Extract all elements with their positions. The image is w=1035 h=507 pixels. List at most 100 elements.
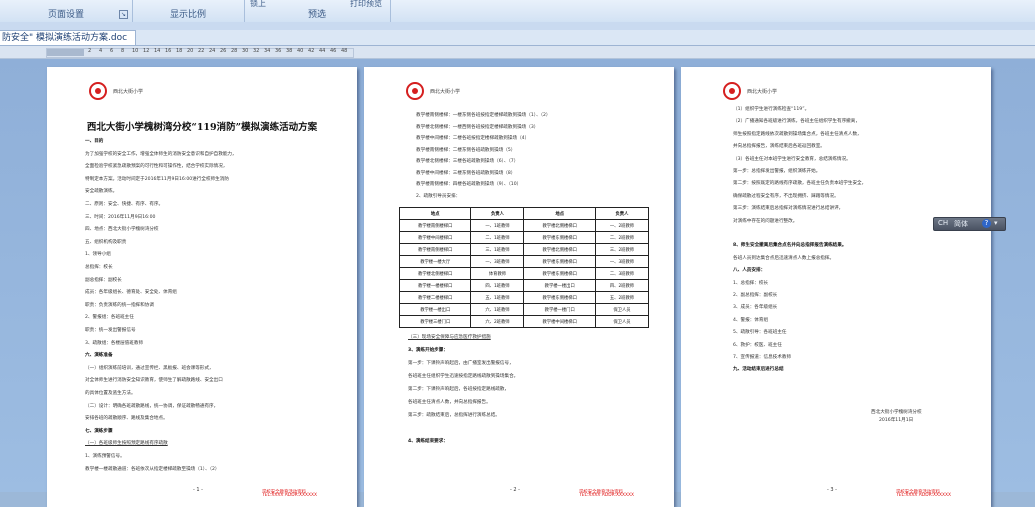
text-line: 三、时间：2016年11月9日16:00 [85,214,156,220]
table-cell: 二、1班教师 [470,231,525,244]
text-line: 第二步：下课铃声响起后，各班按指定路线疏散， [408,387,510,392]
ruler-tick-label: 28 [231,48,238,54]
table-row: 教学楼一楼大厅 一、3班教师 教学楼东侧楼梯口 一、3班教师 [398,255,650,268]
ruler-tick-label: 12 [143,48,150,54]
table-cell: 教学楼东侧楼梯口 [523,255,596,268]
text-line: 3、演练开始步骤： [408,348,448,353]
document-tab-bar: 防安全" 模拟演练活动方案.doc [0,30,1035,46]
table-row: 教学楼一楼楼梯口 四、1班教师 教学楼一楼出口 四、2班教师 [398,279,650,292]
table-cell: 六、1班教师 [470,303,525,316]
text-line: 特制定本方案。活动时间定于2016年11月9日16:00进行全校师生消防 [85,176,229,182]
language-label[interactable]: CH [938,219,948,227]
ribbon-group-zoom: 显示比例 [132,0,245,22]
horizontal-ruler[interactable]: 2 4 6 8 10 12 14 16 18 20 22 24 26 28 30 32 34 36 38 40 42 44… [0,46,1035,59]
text-line: （二）设计：明确各班疏散路线，统一协调，保证疏散畅通有序， [85,403,219,409]
text-line: 教学楼南侧楼梯：四楼各班疏散到操场（9）、（10） [416,182,522,187]
text-line: 成员：各年级组长、德育处、安全处、体育组 [85,290,177,296]
text-line: 职责：负责演练的统一指挥和协调 [85,302,154,308]
table-cell: 三、2班教师 [594,243,650,256]
text-line: 各班班主任组织学生迅速按指定路线疏散到操场集合。 [408,374,519,379]
text-line: 1、总指挥：校长 [733,280,769,286]
ruler-tick-label: 4 [99,48,103,54]
text-line: 1、领导小组 [85,252,111,258]
text-line: 总指挥：校长 [85,265,113,270]
table-row: 教学楼三楼门口 六、2班教师 教学楼中间楼梯口 保卫人员 [398,315,650,328]
table-cell: 保卫人员 [594,315,650,328]
table-row: 教学楼中间楼梯口 二、1班教师 教学楼东侧楼梯口 二、2班教师 [398,231,650,244]
ruler-tick-label: 10 [132,48,139,54]
ruler-tick-label: 36 [275,48,282,54]
text-line: 并向总指挥报告，演练结束后各班返回教室。 [733,144,825,150]
table-cell: 教学楼一楼出口 [523,279,596,292]
text-line: 5、疏散引导：各班班主任 [733,330,787,336]
table-cell: 教学楼南侧楼梯口 [398,243,472,256]
print-preview-workspace[interactable]: 西北大街小学 西北大街小学槐树湾分校“119消防”模拟演练活动方案 一、目的 为了… [0,59,1035,507]
table-cell: 一、2班教师 [594,219,650,232]
text-line: 3、疏散组：各楼层值班教师 [85,340,144,346]
signature: 西北大街小学槐树湾分校 [871,410,922,415]
text-line: 二、原则：安全、快捷、有序、有序。 [85,202,164,207]
document-tab[interactable]: 防安全" 模拟演练活动方案.doc [0,30,137,45]
chevron-down-icon[interactable]: ▾ [994,219,998,227]
ribbon-group-label: 页面设置 [47,10,84,20]
text-line: （3）各班主任对本班学生进行安全教育，总结演练情况。 [733,156,851,162]
text-line: 8、师生安全撤离后集合点名并向总指挥报告演练结果。 [733,243,847,249]
text-line: （1）组织学生进行演练检查“119”。 [733,107,810,112]
table-cell: 教学楼北侧楼梯口 [398,267,472,280]
language-bar[interactable]: CH 简体 ? ▾ [933,217,1006,231]
table-cell: 教学楼中间楼梯口 [398,231,472,244]
table-cell: 六、2班教师 [470,315,525,328]
header-text: 西北大街小学 [747,89,778,95]
document-page-2: 西北大街小学 教学楼南侧楼梯：一楼东侧各班按指定楼梯疏散到操场（1）、（2） 教学… [364,67,674,507]
dialog-launcher-icon[interactable]: ↘ [119,10,128,19]
table-cell: 四、1班教师 [470,279,525,292]
ruler-tick-label: 18 [176,48,183,54]
table-cell: 保卫人员 [594,303,650,316]
ruler-tick-label: 38 [286,48,293,54]
ruler-tick-label: 2 [88,48,92,54]
text-line: 各班人员到达集合点后迅速清点人数上报总指挥。 [733,255,835,261]
text-line: 2、副总指挥：副校长 [733,293,778,298]
ruler-tick-label: 34 [264,48,271,54]
text-line: 五、组织机构及职责 [85,239,127,245]
table-cell: 一、3班教师 [594,255,650,268]
text-line: 对全体师生进行消防安全知识教育，使师生了解疏散路线、安全出口 [85,378,223,384]
table-cell: 教学楼中间楼梯口 [523,315,596,328]
ribbon-group-label: 预选 [307,10,326,20]
page-number: - 2 - [510,487,520,493]
table-cell: 五、2班教师 [594,291,650,304]
text-line: 教学楼中间楼梯：三楼东侧各班疏散到操场（8） [416,170,516,176]
table-row: 教学楼南侧楼梯口 一、1班教师 教学楼北侧楼梯口 一、2班教师 [398,219,650,232]
text-line: （一）组织演练前培训，通过宣传栏、黑板报、班会课等形式， [85,365,214,371]
text-line: 六、演练准备 [85,353,113,359]
school-logo-icon [89,82,107,100]
text-line: 四、地点：西北大街小学槐树湾分校 [85,227,159,233]
ruler-tick-label: 24 [209,48,216,54]
table-cell: 教学楼一楼门口 [523,303,596,316]
school-logo-icon [406,82,424,100]
header-text: 西北大街小学 [430,89,461,95]
ruler-tick-label: 44 [319,48,326,54]
table-header-cell: 负责人 [470,207,525,220]
table-cell: 一、3班教师 [470,255,525,268]
ribbon-spacer [0,22,1035,30]
text-line: 第一步：总指挥发出警报，组织演练开始。 [733,169,821,174]
table-header-cell: 负责人 [594,207,650,220]
text-line: （一）各班级师生按照预定路线有序疏散 [85,441,168,447]
table-row: 教学楼一楼出口 六、1班教师 教学楼一楼门口 保卫人员 [398,303,650,316]
text-line: 职责：统一发出警报信号 [85,328,136,333]
text-line: （2）广播通知各班级进行演练，各班主任组织学生有序撤离， [733,119,860,125]
table-cell: 教学楼三楼门口 [398,315,472,328]
help-icon[interactable]: ? [982,219,991,228]
table-cell: 体育教师 [470,267,525,280]
text-line: 对演练中存在的问题进行整改。 [733,218,798,224]
table-cell: 二、3班教师 [594,267,650,280]
input-mode-label[interactable]: 简体 [954,219,968,229]
text-line: 4、警报：体育组 [733,317,769,323]
table-cell: 教学楼北侧楼梯口 [523,219,596,232]
text-line: 教学楼一楼疏散通道：各班依次从指定楼梯疏散至操场（1）、（2） [85,466,220,472]
text-line: 教学楼北侧楼梯：三楼各班疏散到操场（6）、（7） [416,159,519,164]
ruler-tick-label: 42 [308,48,315,54]
text-line: 九、活动结束后进行总结 [733,367,784,373]
ruler-tick-label: 16 [165,48,172,54]
